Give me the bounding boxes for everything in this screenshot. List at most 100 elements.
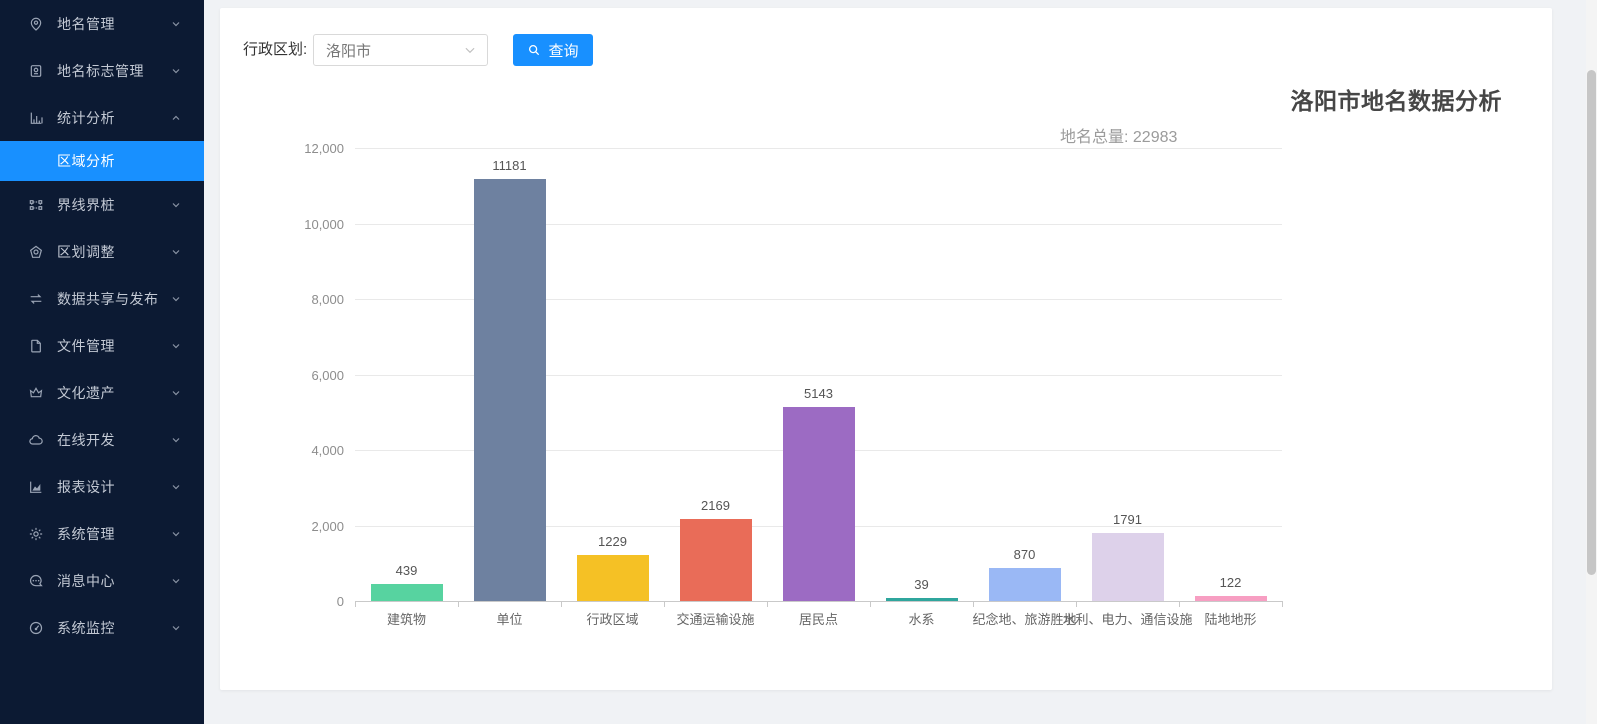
x-axis-category-label: 交通运输设施 bbox=[676, 609, 754, 628]
chart-bar[interactable] bbox=[680, 519, 752, 601]
y-axis-tick-label: 12,000 bbox=[272, 141, 344, 156]
region-select-value: 洛阳市 bbox=[326, 40, 463, 61]
x-axis-category-label: 陆地地形 bbox=[1204, 609, 1256, 628]
sidebar-item-label: 区划调整 bbox=[57, 242, 170, 262]
y-axis-tick-label: 8,000 bbox=[272, 292, 344, 307]
y-axis-tick-label: 6,000 bbox=[272, 368, 344, 383]
sidebar-item-place-name-management[interactable]: 地名管理 bbox=[0, 0, 204, 47]
boundary-frame-icon bbox=[28, 197, 44, 213]
search-icon bbox=[527, 43, 541, 57]
sidebar-item-statistics-analysis[interactable]: 统计分析 bbox=[0, 94, 204, 141]
total-label: 地名总量: bbox=[1060, 129, 1128, 146]
cloud-icon bbox=[28, 432, 44, 448]
y-axis-tick-label: 10,000 bbox=[272, 217, 344, 232]
chevron-down-icon bbox=[170, 65, 182, 77]
heritage-crown-icon bbox=[28, 385, 44, 401]
sidebar-item-label: 系统监控 bbox=[57, 618, 170, 638]
x-axis-category-label: 行政区域 bbox=[586, 609, 638, 628]
sidebar-item-label: 统计分析 bbox=[57, 108, 170, 128]
x-axis-tick bbox=[561, 601, 562, 607]
sidebar-item-label: 文件管理 bbox=[57, 336, 170, 356]
share-sync-icon bbox=[28, 291, 44, 307]
x-axis-tick bbox=[1076, 601, 1077, 607]
district-seal-icon bbox=[28, 244, 44, 260]
bar-value-label: 39 bbox=[914, 577, 928, 592]
bar-chart-plot: 02,0004,0006,0008,00010,00012,000439建筑物1… bbox=[355, 148, 1282, 601]
sidebar-item-cultural-heritage[interactable]: 文化遗产 bbox=[0, 369, 204, 416]
sidebar-item-boundary-markers[interactable]: 界线界桩 bbox=[0, 181, 204, 228]
x-axis-category-label: 水系 bbox=[908, 609, 934, 628]
chart-bar[interactable] bbox=[989, 568, 1061, 601]
chart-header: 洛阳市地名数据分析 地名总量: 22983 bbox=[1060, 82, 1502, 147]
x-axis-category-label: 单位 bbox=[496, 609, 522, 628]
vertical-scrollbar-track[interactable] bbox=[1586, 0, 1597, 724]
x-axis-tick bbox=[1179, 601, 1180, 607]
x-axis-tick bbox=[973, 601, 974, 607]
sidebar-item-district-adjustment[interactable]: 区划调整 bbox=[0, 228, 204, 275]
query-button[interactable]: 查询 bbox=[513, 34, 593, 66]
chart-bar[interactable] bbox=[371, 584, 443, 601]
sidebar-item-message-center[interactable]: 消息中心 bbox=[0, 557, 204, 604]
sidebar-item-report-design[interactable]: 报表设计 bbox=[0, 463, 204, 510]
chevron-down-icon bbox=[170, 622, 182, 634]
sidebar-item-label: 消息中心 bbox=[57, 571, 170, 591]
chevron-down-icon bbox=[170, 434, 182, 446]
chart-bar[interactable] bbox=[783, 407, 855, 601]
chart-subtitle: 地名总量: 22983 bbox=[1060, 123, 1502, 147]
sidebar-item-label: 文化遗产 bbox=[57, 383, 170, 403]
signage-icon bbox=[28, 63, 44, 79]
gridline bbox=[355, 148, 1282, 149]
chevron-down-icon bbox=[170, 481, 182, 493]
sidebar-item-system-management[interactable]: 系统管理 bbox=[0, 510, 204, 557]
y-axis-tick-label: 0 bbox=[272, 594, 344, 609]
bar-value-label: 11181 bbox=[492, 158, 526, 173]
region-select[interactable]: 洛阳市 bbox=[313, 34, 488, 66]
x-axis-tick bbox=[1282, 601, 1283, 607]
sidebar-item-signage-management[interactable]: 地名标志管理 bbox=[0, 47, 204, 94]
chevron-down-icon bbox=[170, 575, 182, 587]
chart-bar[interactable] bbox=[577, 555, 649, 601]
x-axis-category-label: 居民点 bbox=[799, 609, 838, 628]
location-pin-icon bbox=[28, 16, 44, 32]
x-axis-tick bbox=[870, 601, 871, 607]
sidebar-item-system-monitoring[interactable]: 系统监控 bbox=[0, 604, 204, 651]
vertical-scrollbar-thumb[interactable] bbox=[1587, 70, 1596, 575]
x-axis-tick bbox=[664, 601, 665, 607]
chart-bar[interactable] bbox=[474, 179, 546, 601]
chart-bar[interactable] bbox=[1092, 533, 1164, 601]
sidebar-item-data-sharing[interactable]: 数据共享与发布 bbox=[0, 275, 204, 322]
x-axis-category-label: 水利、电力、通信设施 bbox=[1062, 609, 1192, 628]
x-axis-tick bbox=[458, 601, 459, 607]
bar-value-label: 5143 bbox=[804, 386, 833, 401]
bar-chart-icon bbox=[28, 110, 44, 126]
chevron-down-icon bbox=[170, 246, 182, 258]
sidebar-item-label: 系统管理 bbox=[57, 524, 170, 544]
gauge-icon bbox=[28, 620, 44, 636]
chevron-down-icon bbox=[170, 387, 182, 399]
y-axis-tick-label: 2,000 bbox=[272, 519, 344, 534]
x-axis-category-label: 纪念地、旅游胜地 bbox=[972, 609, 1076, 628]
bar-value-label: 870 bbox=[1014, 547, 1036, 562]
sidebar-item-label: 地名标志管理 bbox=[57, 61, 170, 81]
chevron-down-icon bbox=[170, 293, 182, 305]
sidebar-item-online-development[interactable]: 在线开发 bbox=[0, 416, 204, 463]
report-chart-icon bbox=[28, 479, 44, 495]
x-axis-line bbox=[355, 601, 1282, 602]
chart-title: 洛阳市地名数据分析 bbox=[1060, 82, 1502, 116]
sidebar-item-label: 数据共享与发布 bbox=[57, 289, 170, 309]
x-axis-tick bbox=[355, 601, 356, 607]
sidebar-item-label: 界线界桩 bbox=[57, 195, 170, 215]
chevron-down-icon bbox=[170, 528, 182, 540]
sidebar-subitem-region-analysis[interactable]: 区域分析 bbox=[0, 141, 204, 181]
bar-value-label: 122 bbox=[1220, 575, 1242, 590]
sidebar-item-file-management[interactable]: 文件管理 bbox=[0, 322, 204, 369]
y-axis-tick-label: 4,000 bbox=[272, 443, 344, 458]
x-axis-tick bbox=[767, 601, 768, 607]
chevron-down-icon bbox=[170, 18, 182, 30]
chart-bar[interactable] bbox=[1195, 596, 1267, 601]
chevron-down-icon bbox=[170, 340, 182, 352]
file-icon bbox=[28, 338, 44, 354]
message-icon bbox=[28, 573, 44, 589]
chart-bar[interactable] bbox=[886, 598, 958, 601]
sidebar: 地名管理 地名标志管理 统计分析 区域分析 界线界桩 区划调整 bbox=[0, 0, 204, 724]
